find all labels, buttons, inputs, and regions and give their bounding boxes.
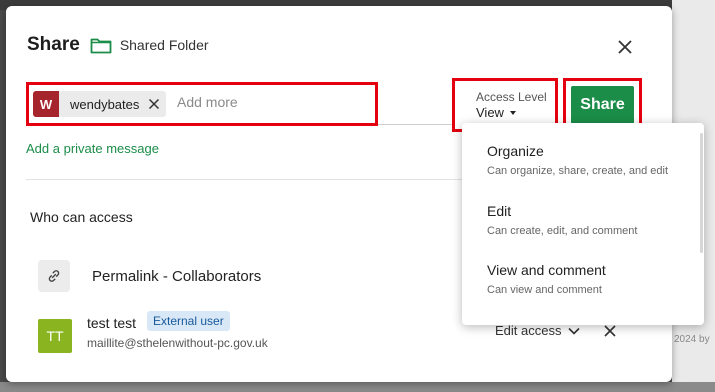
folder-icon (90, 38, 112, 54)
chevron-down-icon (568, 327, 581, 335)
menu-item-edit[interactable]: Edit Can create, edit, and comment (487, 203, 637, 237)
edit-access-label: Edit access (495, 323, 562, 338)
remove-user-icon[interactable] (603, 324, 617, 338)
menu-item-organize[interactable]: Organize Can organize, share, create, an… (487, 143, 668, 177)
menu-item-title: Organize (487, 143, 544, 159)
edit-access-dropdown[interactable]: Edit access (495, 323, 581, 338)
caret-down-icon (509, 110, 516, 115)
access-level-value-text: View (476, 105, 504, 120)
menu-item-title: Edit (487, 203, 512, 219)
permalink-row[interactable]: Permalink - Collaborators (38, 260, 261, 292)
background-footer-text: 2024 by (674, 334, 710, 345)
access-level-value: View (476, 105, 516, 120)
external-user-badge: External user (147, 311, 230, 331)
add-private-message-link[interactable]: Add a private message (26, 141, 159, 156)
who-can-access-heading: Who can access (30, 209, 133, 225)
menu-scrollbar[interactable] (700, 133, 703, 253)
folder-name: Shared Folder (119, 37, 209, 53)
menu-item-description: Can view and comment (487, 284, 602, 296)
menu-item-title: View and comment (487, 262, 606, 278)
divider (26, 179, 466, 180)
menu-item-description: Can create, edit, and comment (487, 225, 638, 237)
recipient-field[interactable]: W wendybates (26, 82, 378, 126)
avatar: TT (38, 319, 72, 353)
user-name: test test (87, 315, 137, 331)
dialog-title: Share (27, 34, 80, 55)
chip-name: wendybates (70, 96, 140, 112)
remove-chip-icon[interactable] (148, 98, 160, 110)
chip-avatar: W (33, 91, 59, 117)
share-button[interactable]: Share (571, 86, 634, 124)
menu-item-view-and-comment[interactable]: View and comment Can view and comment (487, 262, 606, 296)
background-bottom-strip (0, 382, 715, 392)
close-icon[interactable] (615, 37, 635, 57)
menu-item-description: Can organize, share, create, and edit (487, 165, 669, 177)
dialog-header: Share Shared Folder (27, 34, 209, 56)
user-email: maillite@sthelenwithout-pc.gov.uk (87, 336, 268, 350)
access-level-menu: Organize Can organize, share, create, an… (462, 123, 704, 325)
recipient-chip: W wendybates (33, 91, 167, 117)
input-underline (378, 124, 452, 125)
add-more-input[interactable] (175, 93, 369, 111)
permalink-label: Permalink - Collaborators (92, 267, 262, 285)
link-icon (38, 260, 70, 292)
access-level-label: Access Level (476, 90, 547, 104)
